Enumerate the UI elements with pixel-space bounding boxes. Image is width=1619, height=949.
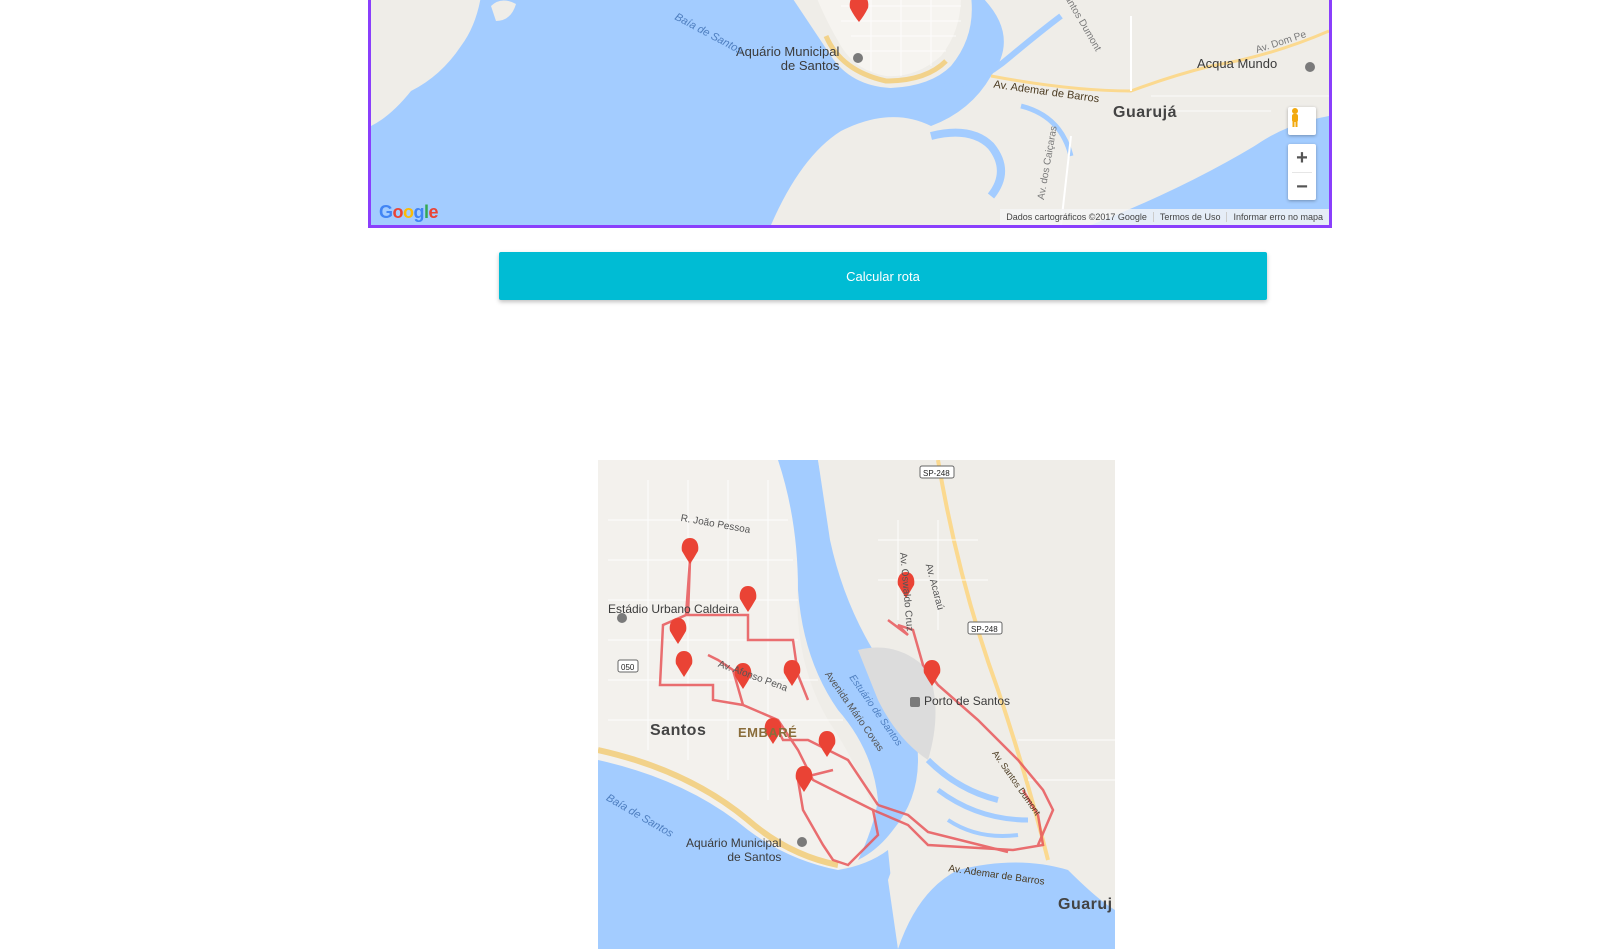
calculate-route-button[interactable]: Calcular rota	[499, 252, 1267, 300]
sp248-shield-a: SP-248	[923, 469, 950, 478]
street-view-pegman-button[interactable]	[1288, 107, 1316, 135]
zoom-out-button[interactable]: −	[1288, 173, 1316, 201]
guaruja-label: Guarujá	[1113, 104, 1177, 121]
estadio-label: Estádio Urbano Caldeira	[608, 602, 739, 616]
zoom-in-button[interactable]: +	[1288, 144, 1316, 172]
route-map-image: SP-248 SP-248 050 R. João Pessoa Estádio…	[598, 460, 1115, 949]
pegman-icon	[1292, 108, 1298, 127]
top-map-canvas	[371, 0, 1329, 225]
sp248-shield-b: SP-248	[971, 625, 998, 634]
google-logo[interactable]: Google	[379, 202, 439, 223]
map-attribution: Dados cartográficos ©2017 Google Termos …	[1000, 209, 1329, 225]
aquario-label: Aquário Municipal de Santos	[736, 44, 840, 73]
top-map[interactable]: Aquário Municipal de Santos Baía de Sant…	[368, 0, 1332, 228]
map-data-attribution: Dados cartográficos ©2017 Google	[1000, 212, 1154, 222]
report-map-error-link[interactable]: Informar erro no mapa	[1227, 212, 1329, 222]
route-050-shield: 050	[621, 663, 635, 672]
embare-label: EMBARÉ	[738, 725, 798, 740]
terms-of-use-link[interactable]: Termos de Uso	[1154, 212, 1228, 222]
porto-label: Porto de Santos	[924, 694, 1011, 708]
zoom-controls: + −	[1288, 144, 1316, 200]
santos-label: Santos	[650, 722, 707, 739]
acqua-mundo-label: Acqua Mundo	[1197, 56, 1278, 71]
guaruja-label: Guaruj	[1058, 896, 1113, 913]
aquario-label: Aquário Municipal de Santos	[686, 836, 782, 864]
